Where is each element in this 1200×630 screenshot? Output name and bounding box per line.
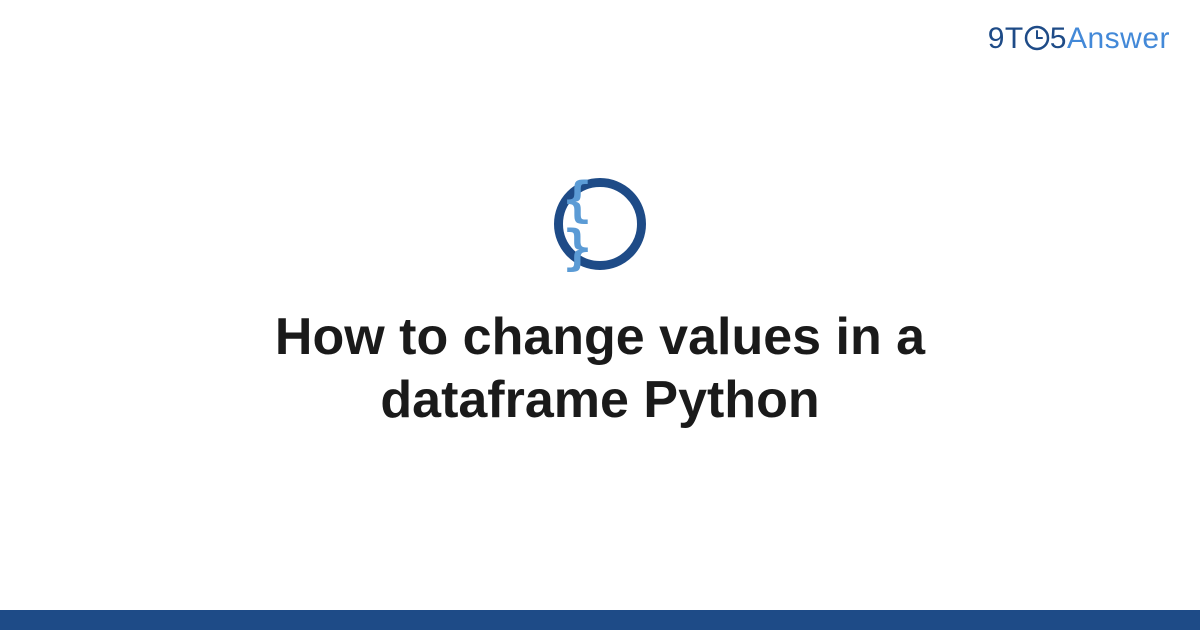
page-title: How to change values in a dataframe Pyth…	[150, 306, 1050, 433]
footer-accent-bar	[0, 610, 1200, 630]
code-braces-icon: { }	[554, 178, 646, 270]
braces-symbol: { }	[563, 176, 637, 272]
main-content: { } How to change values in a dataframe …	[0, 0, 1200, 610]
